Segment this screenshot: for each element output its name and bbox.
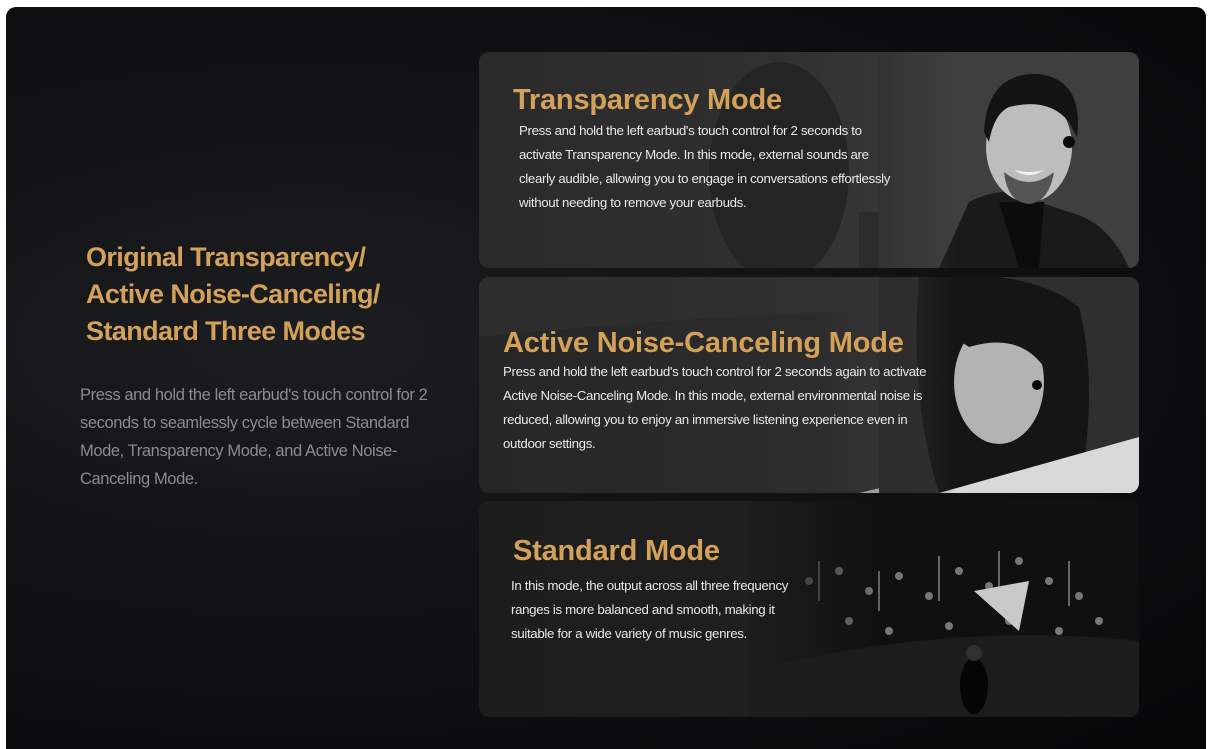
mode-title: Standard Mode (513, 535, 720, 567)
intro-title-line: Original Transparency/ (86, 242, 366, 272)
intro-panel: Original Transparency/ Active Noise-Canc… (80, 239, 452, 493)
mode-card-text: Standard Mode In this mode, the output a… (511, 535, 813, 646)
mode-description: Press and hold the left earbud's touch c… (519, 123, 891, 210)
intro-title: Original Transparency/ Active Noise-Canc… (86, 239, 452, 350)
intro-title-line: Active Noise-Canceling/ (86, 279, 380, 309)
mode-description: In this mode, the output across all thre… (511, 578, 789, 641)
smiling-man-photo (879, 52, 1139, 268)
intro-description: Press and hold the left earbud's touch c… (80, 386, 428, 488)
mode-card-noise-canceling: Active Noise-Canceling Mode Press and ho… (479, 277, 1139, 493)
mode-card-text: Active Noise-Canceling Mode Press and ho… (503, 327, 943, 456)
mode-card-transparency: Transparency Mode Press and hold the lef… (479, 52, 1139, 268)
intro-title-line: Standard Three Modes (86, 316, 366, 346)
mode-description: Press and hold the left earbud's touch c… (503, 364, 927, 451)
product-feature-section: Original Transparency/ Active Noise-Canc… (6, 7, 1206, 749)
mode-card-standard: Standard Mode In this mode, the output a… (479, 501, 1139, 717)
mode-title: Transparency Mode (513, 84, 782, 116)
mode-title: Active Noise-Canceling Mode (503, 327, 904, 359)
mode-card-text: Transparency Mode Press and hold the lef… (513, 84, 893, 215)
